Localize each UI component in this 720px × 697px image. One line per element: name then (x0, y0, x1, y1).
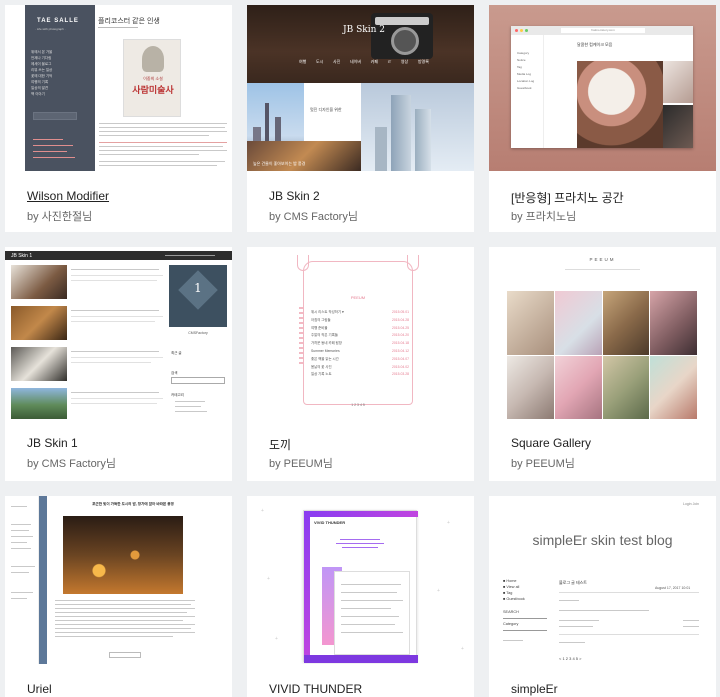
camera-image (371, 13, 433, 59)
gallery-photo (650, 355, 697, 419)
preview-more-button (109, 652, 141, 658)
gallery-photo (554, 355, 602, 419)
preview-menu: ■ Home ■ View all ■ Tag ■ Guestbook (503, 579, 525, 601)
cupcake-image-2 (663, 61, 693, 103)
preview-footer (304, 655, 418, 663)
skin-preview-image[interactable]: JB Skin 1 1 CMSFactory 최근 글 검색 카테고리 (5, 251, 232, 419)
preview-profile-box: 1 (169, 265, 227, 327)
post-thumb-mountain (11, 388, 67, 419)
preview-hero (247, 5, 474, 83)
gallery-photo (602, 291, 650, 355)
preview-search-box (171, 377, 225, 384)
browser-bar: fratino.tistory.com (511, 26, 693, 35)
night-city-image (63, 516, 183, 594)
skin-author: by 사진한절님 (27, 211, 93, 223)
skin-preview-image[interactable]: PEEUM 위시 리스트 작성하기 ♥ 2015.05.01 아침의 그림들 201… (247, 247, 474, 419)
skin-preview-image[interactable]: Login Join simpleEr skin test blog ■ Hom… (489, 496, 716, 664)
skin-card-dokki[interactable]: PEEUM 위시 리스트 작성하기 ♥ 2015.05.01 아침의 그림들 201… (247, 247, 474, 481)
preview-blog-title: TAE SALLE (37, 18, 79, 24)
skin-title[interactable]: JB Skin 2 (269, 189, 320, 203)
preview-header: PEEUM (350, 295, 366, 300)
gallery-photo (602, 355, 650, 419)
skin-title[interactable]: Uriel (27, 682, 52, 696)
skin-title[interactable]: JB Skin 1 (27, 436, 78, 450)
gallery-photo (507, 291, 554, 355)
gallery-photo (554, 291, 602, 355)
preview-gallery-grid (507, 291, 697, 419)
skin-preview-image[interactable]: TAE SALLE · Life with photograph · 위에서 본… (5, 5, 232, 171)
preview-logo: JB Skin 2 (343, 25, 385, 35)
preview-logo: VIVID THUNDER (314, 520, 346, 525)
gallery-photo (507, 355, 554, 419)
preview-nav: 여행 도시 사진 네이버 카페 IT 영상 방명록 (299, 59, 429, 64)
preview-side-menu: 위에서 본 가을 언제나 기다림 에세이 블로그 리뷰 쓰는 일상 꽃에 대한 … (31, 50, 53, 96)
skin-author: by 프라치노님 (511, 211, 577, 223)
skin-card-wilson-modifier[interactable]: TAE SALLE · Life with photograph · 위에서 본… (5, 5, 232, 232)
preview-accent-bar (39, 496, 47, 664)
preview-blog-title: simpleEr skin test blog (532, 532, 673, 548)
preview-post-title: 플리코스터 같은 인생 (98, 18, 160, 25)
preview-pagination: 1 2 3 4 5 (351, 403, 365, 407)
skin-title[interactable]: simpleEr (511, 682, 558, 696)
preview-browser: fratino.tistory.com Category Notice Tag Med… (511, 26, 693, 148)
preview-window: VIVID THUNDER (303, 510, 418, 663)
post-thumb-cups (11, 347, 67, 381)
cupcake-image (577, 61, 663, 148)
preview-sidebar: TAE SALLE · Life with photograph · 위에서 본… (25, 5, 95, 171)
skin-author: by CMS Factory님 (27, 458, 116, 470)
skin-card-uriel[interactable]: 포근한 빛이 가득한 도시의 밤, 창가에 앉아 바라본 풍경 Uriel (5, 496, 232, 697)
preview-top-links: Login Join (683, 502, 699, 506)
preview-inner-panel (334, 571, 410, 655)
preview-book-cover: 이중희 소설 사람미술사 (123, 39, 181, 117)
skin-preview-image[interactable]: 포근한 빛이 가득한 도시의 밤, 창가에 앉아 바라본 풍경 (5, 496, 232, 664)
skin-card-vivid-thunder[interactable]: + + + + + + VIVID THUNDER VIVID THUNDER (247, 496, 474, 697)
skin-card-simpleer[interactable]: Login Join simpleEr skin test blog ■ Hom… (489, 496, 716, 697)
skin-preview-image[interactable]: fratino.tistory.com Category Notice Tag Med… (489, 5, 716, 171)
preview-post-list: 위시 리스트 작성하기 ♥ 2015.05.01 아침의 그림들 2015.04.2… (311, 310, 409, 377)
preview-sidebar (5, 496, 39, 664)
post-thumb-coffee (11, 265, 67, 299)
skin-preview-image[interactable]: + + + + + + VIVID THUNDER (247, 496, 474, 664)
skin-preview-image[interactable]: PEEUM (489, 247, 716, 419)
tower-image (361, 83, 474, 171)
preview-header: JB Skin 1 (5, 251, 232, 260)
preview-post-title: 달콤한 컵케이크 모음 (577, 42, 613, 47)
night-image: 높은 건물이 좋아보이는 밤 풍경 (247, 141, 361, 171)
preview-menu: Category Notice Tag Media Log Location Log Gu… (517, 51, 535, 90)
gallery-photo (650, 291, 697, 355)
skin-card-jb-skin-1[interactable]: JB Skin 1 1 CMSFactory 최근 글 검색 카테고리 JB S… (5, 247, 232, 481)
cupcake-image-3 (663, 105, 693, 148)
preview-post-title: 포근한 빛이 가득한 도시의 밤, 창가에 앉아 바라본 풍경 (92, 502, 174, 506)
skin-card-square-gallery[interactable]: PEEUM Square Gallery by PEEUM님 (489, 247, 716, 481)
skin-title[interactable]: VIVID THUNDER (269, 682, 362, 696)
skin-author: by PEEUM님 (269, 458, 333, 470)
skin-author: by CMS Factory님 (269, 211, 358, 223)
skin-card-jb-skin-2[interactable]: JB Skin 2 여행 도시 사진 네이버 카페 IT 영상 방명록 멋진 디자인을 위한 … (247, 5, 474, 232)
post-thumb-wood (11, 306, 67, 340)
preview-search-box (33, 112, 77, 120)
skin-title[interactable]: 도끼 (269, 436, 291, 453)
skin-title[interactable]: Wilson Modifier (27, 189, 109, 203)
skin-author: by PEEUM님 (511, 458, 575, 470)
skin-title[interactable]: Square Gallery (511, 436, 591, 450)
skin-preview-image[interactable]: JB Skin 2 여행 도시 사진 네이버 카페 IT 영상 방명록 멋진 디자인을 위한 … (247, 5, 474, 171)
skin-title[interactable]: [반응형] 프라치노 공간 (511, 189, 624, 206)
preview-text-block: 멋진 디자인을 위한 (304, 83, 361, 141)
skin-card-fratino[interactable]: fratino.tistory.com Category Notice Tag Med… (489, 5, 716, 232)
preview-header: PEEUM (589, 257, 616, 262)
preview-pagination: < 1 2 3 4 5 > (559, 656, 582, 661)
preview-profile-name: CMSFactory (188, 331, 208, 335)
preview-blog-subtitle: · Life with photograph · (35, 27, 66, 31)
preview-post-title: 블로그 글 테스트 (559, 580, 587, 585)
